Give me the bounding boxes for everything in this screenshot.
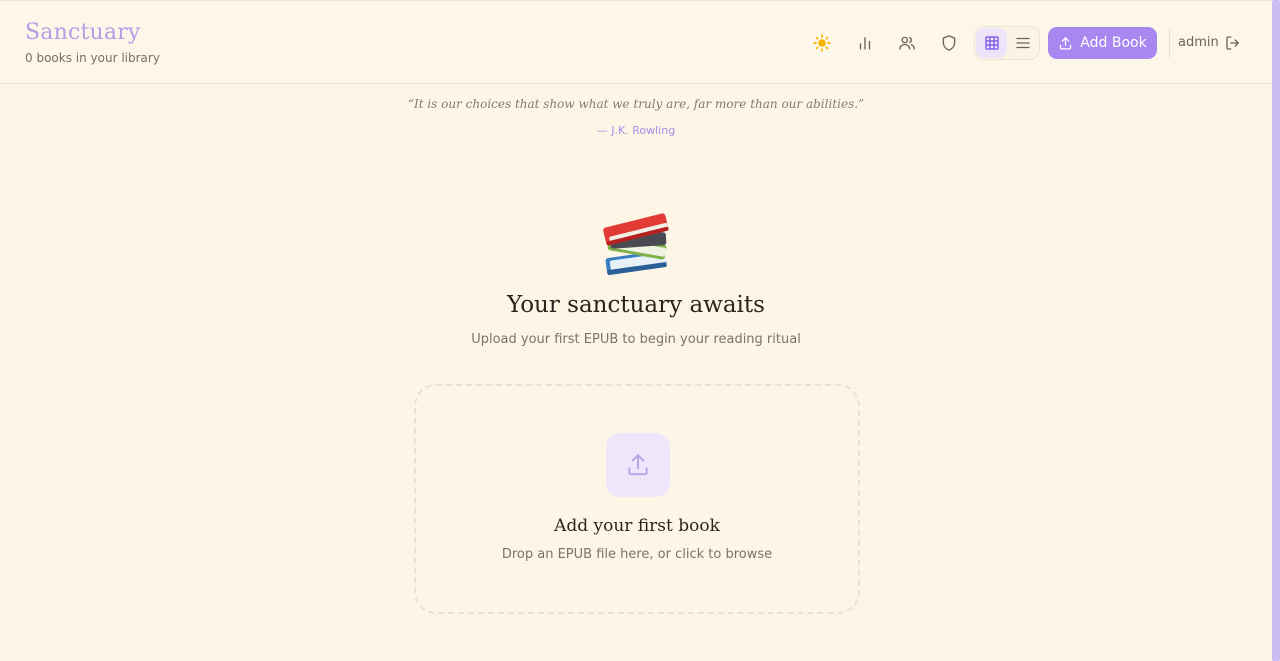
library-count: 0 books in your library bbox=[25, 51, 160, 65]
empty-state-subtitle: Upload your first EPUB to begin your rea… bbox=[471, 332, 801, 347]
scrollbar-track[interactable] bbox=[1272, 0, 1280, 661]
upload-dropzone[interactable]: Add your first book Drop an EPUB file he… bbox=[414, 384, 860, 614]
upload-icon bbox=[628, 454, 648, 476]
admin-button[interactable] bbox=[933, 27, 965, 59]
users-button[interactable] bbox=[891, 27, 923, 59]
grid-view-icon[interactable] bbox=[976, 28, 1007, 58]
dropzone-subtitle: Drop an EPUB file here, or click to brow… bbox=[501, 547, 773, 562]
logout-icon[interactable] bbox=[1217, 27, 1249, 59]
shield-icon[interactable] bbox=[933, 27, 965, 59]
users-icon[interactable] bbox=[891, 27, 923, 59]
stats-icon[interactable] bbox=[849, 27, 881, 59]
add-book-label: Add Book bbox=[1080, 35, 1147, 51]
brand: Sanctuary 0 books in your library bbox=[25, 19, 160, 65]
upload-icon bbox=[1060, 36, 1072, 49]
sun-icon[interactable] bbox=[806, 27, 838, 59]
dropzone-title: Add your first book bbox=[554, 516, 720, 536]
quote-author: — J.K. Rowling bbox=[596, 124, 676, 137]
quote-text: “It is our choices that show what we tru… bbox=[407, 97, 865, 111]
scrollbar-thumb[interactable] bbox=[1272, 0, 1280, 661]
top-header: Sanctuary 0 books in your library Add Bo… bbox=[0, 0, 1272, 84]
username: admin bbox=[1178, 35, 1219, 50]
theme-toggle-button[interactable] bbox=[806, 27, 838, 59]
app-title: Sanctuary bbox=[25, 20, 141, 45]
add-book-button[interactable]: Add Book bbox=[1048, 27, 1157, 59]
stats-button[interactable] bbox=[849, 27, 881, 59]
empty-state-title: Your sanctuary awaits bbox=[507, 292, 765, 318]
books-icon bbox=[603, 213, 669, 275]
view-toggle bbox=[974, 26, 1040, 60]
upload-tile bbox=[606, 433, 670, 497]
header-divider bbox=[1169, 28, 1170, 58]
list-view-icon[interactable] bbox=[1007, 28, 1038, 58]
